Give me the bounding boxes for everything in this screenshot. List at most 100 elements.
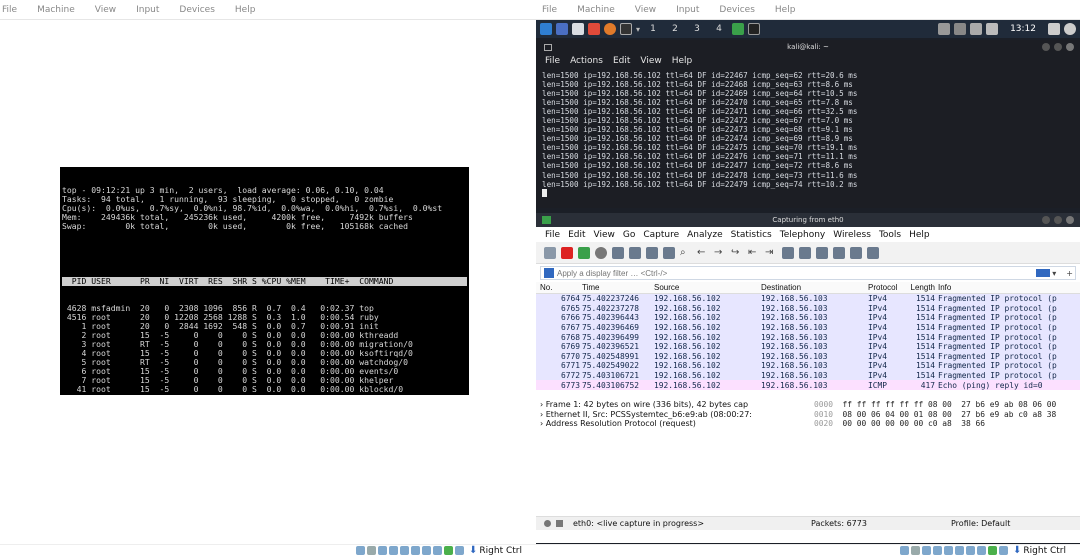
filter-dropdown-icon[interactable]: ▾ — [1052, 269, 1056, 278]
cpu-activity-icon[interactable] — [444, 546, 454, 555]
mouse-integration-icon[interactable] — [455, 546, 465, 555]
menu-machine[interactable]: Machine — [37, 5, 75, 15]
restart-capture-icon[interactable] — [578, 246, 590, 259]
menu-help[interactable]: Help — [775, 5, 796, 15]
capture-comment-icon[interactable] — [556, 520, 563, 527]
table-row[interactable]: 6768 75.402396499 192.168.56.102 192.168.56… — [536, 332, 1080, 342]
menu-devices[interactable]: Devices — [719, 5, 754, 15]
reload-icon[interactable] — [663, 246, 675, 259]
top-console[interactable]: top - 09:12:21 up 3 min, 2 users, load a… — [60, 167, 469, 395]
column-header[interactable]: Destination — [761, 283, 868, 292]
menu-help[interactable]: Help — [235, 5, 256, 15]
close-icon[interactable] — [1066, 43, 1074, 51]
menu-input[interactable]: Input — [136, 5, 159, 15]
firefox-icon[interactable] — [604, 23, 616, 35]
table-row[interactable]: 6773 75.403106752 192.168.56.102 192.168.56… — [536, 380, 1080, 390]
table-row[interactable]: 6770 75.402548991 192.168.56.102 192.168.56… — [536, 351, 1080, 362]
file-manager-icon[interactable] — [572, 23, 584, 35]
display-filter-input[interactable] — [557, 268, 1037, 278]
chevron-down-icon[interactable]: ▾ — [636, 25, 640, 34]
profile-label[interactable]: Profile: Default — [951, 519, 1010, 528]
wireshark-menu-item[interactable]: Statistics — [731, 230, 772, 240]
apply-filter-icon[interactable] — [1036, 269, 1051, 277]
workspace-2[interactable]: 2 — [666, 24, 684, 34]
detail-tree-item[interactable]: › Address Resolution Protocol (request) — [540, 419, 808, 429]
show-desktop-icon[interactable] — [556, 23, 568, 35]
autoscroll-icon[interactable] — [782, 246, 794, 259]
table-row[interactable]: 6771 75.402549022 192.168.56.102 192.168.56… — [536, 361, 1080, 371]
column-header[interactable]: No. — [536, 283, 582, 292]
maximize-icon[interactable] — [1054, 43, 1062, 51]
mouse-integration-icon[interactable] — [999, 546, 1009, 555]
column-header[interactable]: Time — [582, 283, 654, 292]
wireshark-menu-item[interactable]: File — [545, 230, 560, 240]
wireshark-menu-item[interactable]: View — [594, 230, 615, 240]
table-row[interactable]: 6764 75.402237246 192.168.56.102 192.168.56… — [536, 294, 1080, 304]
table-row[interactable]: 6767 75.402396469 192.168.56.102 192.168.56… — [536, 322, 1080, 333]
maximize-icon[interactable] — [1054, 216, 1062, 224]
terminal-task-icon[interactable] — [748, 23, 761, 35]
terminal-output[interactable]: len=1500 ip=192.168.56.102 ttl=64 DF id=… — [536, 68, 1080, 189]
wireshark-task-icon[interactable] — [732, 23, 745, 35]
menu-file[interactable]: File — [542, 5, 557, 15]
battery-icon[interactable] — [986, 23, 999, 35]
start-capture-icon[interactable] — [544, 246, 556, 259]
table-row[interactable]: 6765 75.402237278 192.168.56.102 192.168.56… — [536, 303, 1080, 314]
menu-input[interactable]: Input — [676, 5, 699, 15]
display-icon[interactable] — [938, 23, 951, 35]
terminal-menu-file[interactable]: File — [545, 56, 560, 66]
resize-columns-icon[interactable] — [867, 246, 879, 259]
network-icon[interactable] — [933, 546, 943, 555]
go-to-packet-icon[interactable]: ↪ — [731, 247, 743, 259]
hdd-icon[interactable] — [356, 546, 366, 555]
menu-devices[interactable]: Devices — [179, 5, 214, 15]
menu-view[interactable]: View — [635, 5, 656, 15]
wireshark-menu-item[interactable]: Telephony — [780, 230, 826, 240]
workspace-4[interactable]: 4 — [710, 24, 728, 34]
table-row[interactable]: 6766 75.402396443 192.168.56.102 192.168.56… — [536, 313, 1080, 323]
last-packet-icon[interactable]: ⇥ — [765, 247, 777, 259]
zoom-in-icon[interactable] — [816, 246, 828, 259]
save-file-icon[interactable] — [629, 246, 641, 259]
capture-options-icon[interactable] — [595, 246, 607, 259]
hdd-icon[interactable] — [900, 546, 910, 555]
text-editor-icon[interactable] — [588, 23, 600, 35]
terminal-menu-edit[interactable]: Edit — [613, 56, 630, 66]
audio-icon[interactable] — [378, 546, 388, 555]
usb-icon[interactable] — [400, 546, 410, 555]
detail-tree-item[interactable]: › Ethernet II, Src: PCSSystemtec_b6:e9:a… — [540, 410, 808, 420]
add-filter-button-icon[interactable]: + — [1066, 269, 1073, 278]
table-row[interactable]: 6772 75.403106721 192.168.56.102 192.168.56… — [536, 370, 1080, 381]
arrow-left-icon[interactable]: ← — [697, 247, 709, 259]
terminal-menu-view[interactable]: View — [640, 56, 661, 66]
optical-drive-icon[interactable] — [911, 546, 921, 555]
network-icon[interactable] — [389, 546, 399, 555]
wireshark-menu-item[interactable]: Go — [623, 230, 635, 240]
stop-capture-icon[interactable] — [561, 246, 573, 259]
terminal-menu-help[interactable]: Help — [672, 56, 693, 66]
volume-icon[interactable] — [954, 23, 967, 35]
zoom-out-icon[interactable] — [833, 246, 845, 259]
kali-menu-icon[interactable] — [540, 23, 552, 35]
audio-icon[interactable] — [922, 546, 932, 555]
terminal-icon[interactable] — [620, 23, 632, 35]
recording-icon[interactable] — [433, 546, 443, 555]
power-icon[interactable] — [1064, 23, 1076, 35]
wireshark-menu-item[interactable]: Edit — [568, 230, 585, 240]
table-row[interactable]: 6769 75.402396521 192.168.56.102 192.168.56… — [536, 341, 1080, 352]
workspace-3[interactable]: 3 — [688, 24, 706, 34]
normal-size-icon[interactable] — [850, 246, 862, 259]
lock-icon[interactable] — [1048, 23, 1060, 35]
colorize-icon[interactable] — [799, 246, 811, 259]
wireshark-menu-item[interactable]: Tools — [879, 230, 901, 240]
column-header[interactable]: Info — [938, 283, 1080, 292]
wireshark-menu-item[interactable]: Capture — [643, 230, 679, 240]
usb-icon[interactable] — [944, 546, 954, 555]
column-header[interactable]: Protocol — [868, 283, 908, 292]
display-icon[interactable] — [966, 546, 976, 555]
workspace-1[interactable]: 1 — [644, 24, 662, 34]
menu-file[interactable]: File — [2, 5, 17, 15]
search-icon[interactable]: ⌕ — [680, 247, 692, 259]
terminal-menu-actions[interactable]: Actions — [570, 56, 603, 66]
shared-folder-icon[interactable] — [955, 546, 965, 555]
